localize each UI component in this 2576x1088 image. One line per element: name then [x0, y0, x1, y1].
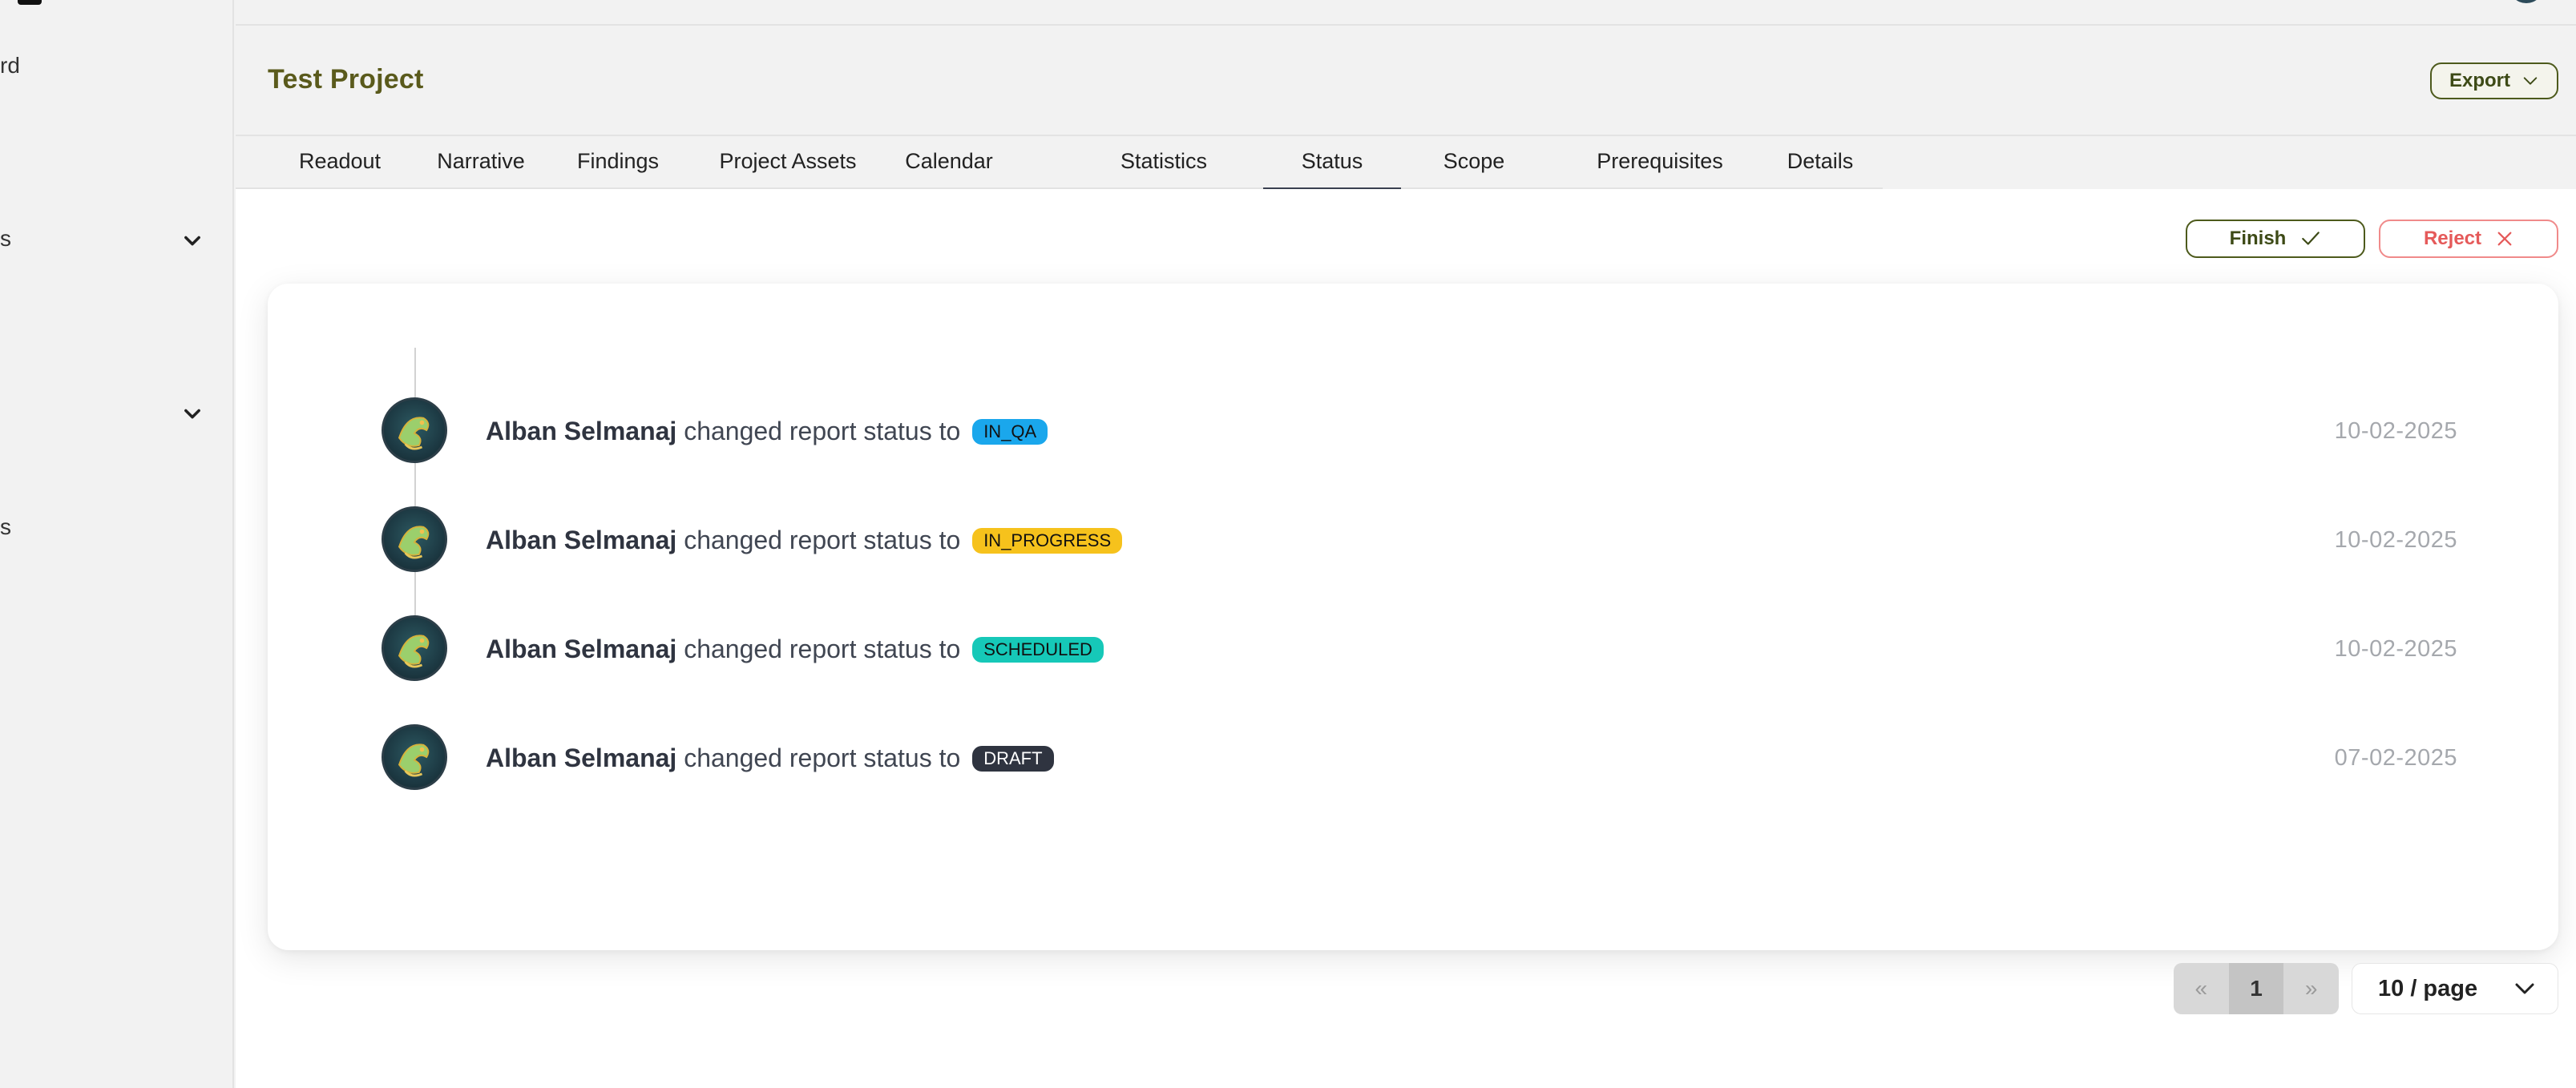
entry-date: 07-02-2025 — [2334, 745, 2457, 771]
entry-date: 10-02-2025 — [2334, 418, 2457, 444]
tab-narrative[interactable]: Narrative — [417, 136, 545, 187]
chevron-down-icon[interactable] — [181, 229, 204, 252]
status-badge: DRAFT — [972, 745, 1054, 772]
timeline-entry: Alban Selmanaj changed report status to … — [382, 397, 2465, 463]
timeline-entry: Alban Selmanaj changed report status to … — [382, 724, 2465, 790]
entry-action: changed report status to — [684, 417, 961, 445]
finish-button[interactable]: Finish — [2186, 220, 2365, 258]
avatar — [382, 615, 447, 681]
avatar — [382, 724, 447, 790]
chevron-down-icon — [2515, 983, 2534, 994]
entry-date: 10-02-2025 — [2334, 527, 2457, 553]
entry-action: changed report status to — [684, 526, 961, 554]
entry-user: Alban Selmanaj — [486, 635, 677, 663]
page-number-button[interactable]: 1 — [2228, 963, 2284, 1014]
sidebar-item-group-1[interactable]: s — [0, 226, 11, 252]
export-label: Export — [2449, 70, 2510, 91]
sidebar: rd s s — [0, 0, 234, 1088]
entry-text: Alban Selmanaj changed report status to … — [486, 526, 1123, 555]
tab-calendar[interactable]: Calendar — [894, 136, 1003, 187]
avatar — [382, 506, 447, 572]
tab-findings[interactable]: Findings — [561, 136, 675, 187]
avatar — [382, 397, 447, 463]
sidebar-item-dashboard[interactable]: rd — [0, 53, 20, 79]
status-history-card: Alban Selmanaj changed report status to … — [268, 284, 2558, 950]
tab-status[interactable]: Status — [1263, 136, 1401, 190]
pagination: « 1 » — [2174, 963, 2339, 1014]
next-page-button[interactable]: » — [2283, 963, 2339, 1014]
entry-user: Alban Selmanaj — [486, 526, 677, 554]
reject-label: Reject — [2423, 228, 2482, 249]
user-avatar[interactable] — [2509, 0, 2544, 3]
status-badge: IN_QA — [972, 418, 1048, 445]
chevron-down-icon — [2523, 77, 2538, 85]
prev-page-button[interactable]: « — [2174, 963, 2229, 1014]
chevron-down-icon[interactable] — [181, 402, 204, 425]
tab-prerequisites[interactable]: Prerequisites — [1568, 136, 1752, 187]
entry-user: Alban Selmanaj — [486, 743, 677, 772]
project-header: Test Project Export — [236, 26, 2576, 136]
tab-readout[interactable]: Readout — [271, 136, 409, 187]
tab-scope[interactable]: Scope — [1433, 136, 1515, 187]
entry-action: changed report status to — [684, 635, 961, 663]
check-icon — [2302, 232, 2320, 245]
status-badge: SCHEDULED — [972, 636, 1104, 663]
dragon-avatar-icon — [398, 526, 430, 559]
page-size-select[interactable]: 10 / page — [2352, 963, 2558, 1014]
tab-statistics[interactable]: Statistics — [1100, 136, 1228, 187]
tab-details[interactable]: Details — [1771, 136, 1869, 187]
top-bar — [236, 0, 2576, 26]
entry-action: changed report status to — [684, 743, 961, 772]
project-tabs: Readout Narrative Findings Project Asset… — [236, 136, 1883, 190]
finish-label: Finish — [2229, 228, 2287, 249]
entry-text: Alban Selmanaj changed report status to … — [486, 417, 1048, 446]
dragon-avatar-icon — [398, 743, 430, 777]
close-icon — [2497, 232, 2512, 246]
timeline-entry: Alban Selmanaj changed report status to … — [382, 506, 2465, 572]
dragon-avatar-icon — [398, 417, 430, 450]
dragon-avatar-icon — [398, 635, 430, 668]
export-button[interactable]: Export — [2430, 62, 2558, 99]
page-title: Test Project — [268, 64, 424, 95]
entry-date: 10-02-2025 — [2334, 636, 2457, 662]
logo — [18, 0, 42, 5]
page-size-label: 10 / page — [2378, 975, 2478, 1001]
sidebar-item-group-3[interactable]: s — [0, 514, 11, 540]
tab-project-assets[interactable]: Project Assets — [696, 136, 880, 187]
entry-text: Alban Selmanaj changed report status to … — [486, 743, 1054, 773]
reject-button[interactable]: Reject — [2379, 220, 2558, 258]
timeline-connector — [414, 348, 416, 660]
timeline-entry: Alban Selmanaj changed report status to … — [382, 615, 2465, 681]
entry-user: Alban Selmanaj — [486, 417, 677, 445]
status-badge: IN_PROGRESS — [972, 527, 1123, 554]
entry-text: Alban Selmanaj changed report status to … — [486, 635, 1104, 664]
